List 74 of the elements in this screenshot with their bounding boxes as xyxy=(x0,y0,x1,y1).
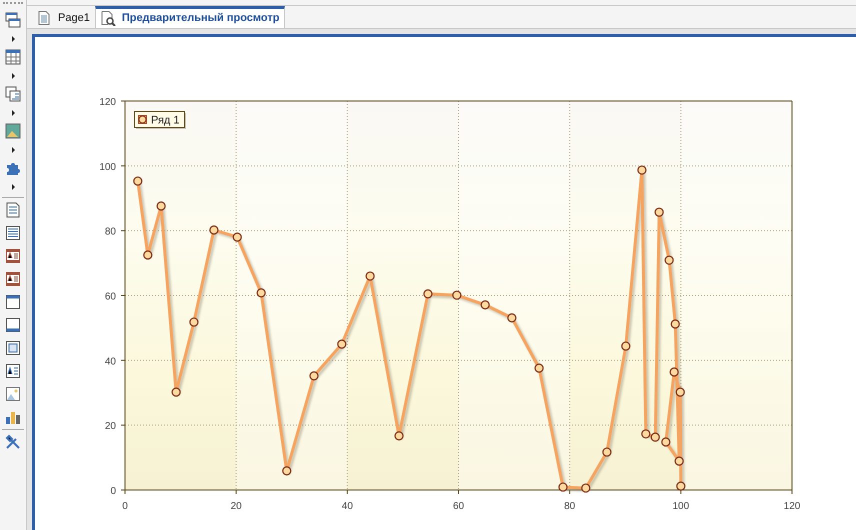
data-point xyxy=(664,256,674,265)
data-point xyxy=(602,447,612,457)
data-point xyxy=(650,432,660,442)
data-point xyxy=(133,176,142,186)
y-tick-label: 100 xyxy=(99,162,116,173)
data-point xyxy=(143,250,152,260)
data-point xyxy=(558,482,568,492)
document-icon xyxy=(38,11,50,25)
y-tick-label: 20 xyxy=(104,421,116,432)
data-point xyxy=(676,388,685,397)
data-point xyxy=(452,290,462,300)
y-tick-label: 60 xyxy=(104,292,116,302)
expand-arrow-icon[interactable] xyxy=(10,147,16,153)
y-tick-label: 40 xyxy=(104,356,116,368)
data-point xyxy=(282,466,292,476)
table-icon[interactable] xyxy=(5,49,21,65)
list-icon[interactable] xyxy=(5,225,21,241)
puzzle-icon[interactable] xyxy=(5,160,21,176)
window-icon[interactable] xyxy=(5,317,21,333)
y-tick-label: 0 xyxy=(110,486,116,497)
data-point xyxy=(189,317,199,327)
y-tick-label: 120 xyxy=(99,97,116,108)
text-block-icon[interactable] xyxy=(5,363,21,379)
x-tick-label: 0 xyxy=(122,501,128,512)
data-point xyxy=(423,289,433,298)
data-point xyxy=(366,271,375,281)
x-tick-label: 80 xyxy=(564,501,576,512)
form-icon[interactable] xyxy=(5,86,21,102)
data-point xyxy=(670,319,680,329)
text-block-icon[interactable] xyxy=(5,248,21,264)
data-point xyxy=(172,388,181,397)
window-icon[interactable] xyxy=(5,294,21,310)
data-point xyxy=(232,232,242,242)
bar-chart-icon[interactable] xyxy=(5,409,21,425)
image-icon[interactable] xyxy=(5,123,21,139)
tab[interactable]: Предварительный просмотр xyxy=(94,6,286,28)
legend-label: Ряд 1 xyxy=(151,114,180,126)
data-point xyxy=(156,201,166,211)
data-point xyxy=(621,341,630,351)
tools-icon[interactable] xyxy=(5,434,21,450)
data-point xyxy=(581,483,590,493)
data-point xyxy=(641,429,650,439)
text-block-icon[interactable] xyxy=(5,271,21,287)
data-point xyxy=(661,437,670,447)
data-point xyxy=(534,364,544,373)
windows-icon[interactable] xyxy=(5,12,21,28)
data-point xyxy=(480,300,490,310)
data-point xyxy=(637,165,647,175)
frame-icon[interactable] xyxy=(5,340,21,356)
expand-arrow-icon[interactable] xyxy=(10,184,16,190)
x-tick-label: 100 xyxy=(672,501,690,512)
x-tick-label: 20 xyxy=(230,501,242,512)
data-point xyxy=(670,367,679,377)
x-tick-label: 60 xyxy=(452,501,464,512)
expand-arrow-icon[interactable] xyxy=(10,73,16,79)
legend: Ряд 1 xyxy=(134,111,186,129)
data-point xyxy=(507,313,516,322)
data-point xyxy=(394,431,404,440)
data-point xyxy=(256,288,266,298)
data-point xyxy=(309,371,319,380)
tab[interactable]: Page1 xyxy=(33,8,95,28)
data-point xyxy=(337,340,346,349)
data-point xyxy=(674,456,684,466)
x-tick-label: 40 xyxy=(342,501,353,512)
data-point xyxy=(654,208,664,217)
expand-arrow-icon[interactable] xyxy=(10,36,16,42)
x-tick-label: 120 xyxy=(784,501,800,512)
image-icon[interactable] xyxy=(5,386,21,402)
magnifier-icon xyxy=(100,11,116,26)
document-icon[interactable] xyxy=(5,202,21,218)
data-point xyxy=(676,482,686,491)
data-point xyxy=(209,225,219,235)
expand-arrow-icon[interactable] xyxy=(10,110,16,116)
y-tick-label: 80 xyxy=(104,226,116,238)
